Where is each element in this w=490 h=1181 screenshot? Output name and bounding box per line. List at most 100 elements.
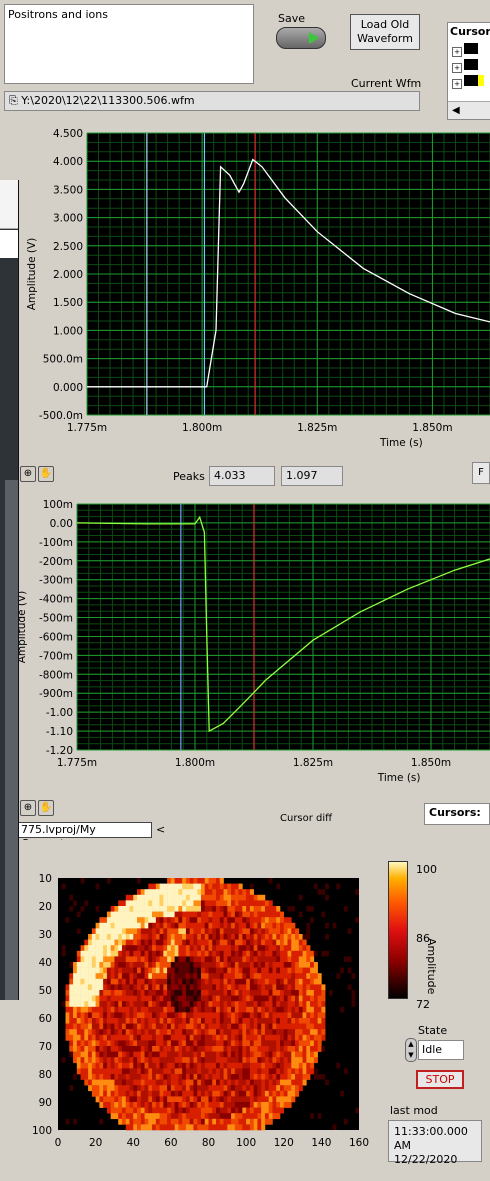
cursor-row-3[interactable]: +: [452, 75, 490, 89]
y-tick-label: -700m: [39, 650, 73, 662]
background-window-panel-top: [0, 180, 18, 229]
path-icon: ⎘: [9, 94, 22, 107]
peak-value-1: 4.033: [209, 466, 275, 486]
state-value: Idle: [418, 1040, 464, 1060]
y-tick-label: -400m: [39, 594, 73, 606]
cursor-diff-label: Cursor diff: [280, 813, 333, 824]
y-tick-label: 2.000: [53, 269, 83, 281]
current-wfm-label: Current Wfm: [351, 77, 422, 90]
cursors-scrollbar[interactable]: ◀: [448, 101, 490, 119]
project-path-tab[interactable]: 775.lvproj/My Computer: [18, 822, 152, 850]
heatmap-y-tick-label: 80: [39, 1069, 52, 1081]
heatmap-y-tick-label: 50: [39, 985, 52, 997]
y-tick-label: -800m: [39, 669, 73, 681]
save-toggle-button[interactable]: [276, 27, 326, 49]
last-mod-label: last mod: [390, 1104, 438, 1117]
pan-hand-icon-2[interactable]: ✋: [38, 800, 54, 816]
x-tick-label: 1.825m: [293, 757, 333, 769]
peak-value-2: 1.097: [281, 466, 343, 486]
y-tick-label: -500.0m: [39, 410, 83, 422]
heatmap-x-tick-label: 60: [164, 1137, 177, 1149]
y-tick-label: 2.500: [53, 241, 83, 253]
y-tick-label: -1.10: [46, 726, 73, 738]
heatmap-y-tick-label: 20: [39, 901, 52, 913]
y-tick-label: -200m: [39, 556, 73, 568]
y-tick-label: 4.500: [53, 128, 83, 140]
background-window-edge: [0, 180, 19, 1000]
heatmap-x-tick-label: 160: [349, 1137, 369, 1149]
y-tick-label: 0.000: [53, 382, 83, 394]
y-tick-label: 3.000: [53, 213, 83, 225]
x-tick-label: 1.825m: [297, 422, 337, 434]
path-field[interactable]: ⎘ Y:\2020\12\22\113300.506.wfm: [4, 91, 420, 111]
right-edge-button[interactable]: F: [472, 462, 490, 484]
y-tick-label: 1.500: [53, 297, 83, 309]
heatmap-x-tick-label: 100: [236, 1137, 256, 1149]
heatmap-y-tick-label: 30: [39, 929, 52, 941]
last-mod-date: 12/22/2020: [394, 1153, 458, 1166]
tab-scroll-left-icon[interactable]: <: [156, 823, 165, 836]
description-textbox[interactable]: Positrons and ions: [4, 4, 254, 84]
graph1-toolbar: ⊕ ✋ Peaks 4.033 1.097 F: [0, 460, 490, 490]
x-tick-label: 1.800m: [182, 422, 222, 434]
x-tick-label: 1.775m: [57, 757, 97, 769]
path-value: Y:\2020\12\22\113300.506.wfm: [21, 94, 195, 107]
cursor-row-1[interactable]: +: [452, 43, 490, 57]
colorbar-tick-bottom: 72: [416, 998, 430, 1011]
y-tick-label: 4.000: [53, 156, 83, 168]
y-tick-label: 100m: [43, 499, 73, 511]
heatmap-x-tick-label: 80: [202, 1137, 215, 1149]
heatmap-x-tick-label: 120: [274, 1137, 294, 1149]
y-axis-label: Amplitude (V): [26, 238, 38, 311]
graph1-panel: 4.500 4.000 3.500 3.000 2.500 2.000 1.500 1.000…: [0, 123, 490, 458]
intensity-image-plot[interactable]: 1020304050607080901000 20 40 60 80 100 120 140 1…: [18, 840, 388, 1181]
x-tick-label: 1.800m: [175, 757, 215, 769]
pan-hand-icon[interactable]: ✋: [38, 466, 54, 482]
stop-button[interactable]: STOP: [416, 1070, 464, 1089]
y-tick-label: -600m: [39, 631, 73, 643]
peaks-label: Peaks: [173, 470, 205, 483]
heatmap-x-tick-label: 140: [311, 1137, 331, 1149]
background-window-panel-field: [0, 230, 18, 258]
heatmap-x-tick-label: 40: [127, 1137, 140, 1149]
zoom-icon[interactable]: ⊕: [20, 466, 36, 482]
heatmap-x-tick-label: 0: [55, 1137, 62, 1149]
amplitude-graph-2[interactable]: 100m 0.00 -100m -200m -300m -400m -500m -600m -7…: [0, 492, 490, 797]
zoom-icon-2[interactable]: ⊕: [20, 800, 36, 816]
save-led-icon: [309, 32, 319, 44]
x-tick-label: 1.775m: [67, 422, 107, 434]
heatmap-y-tick-label: 40: [39, 957, 52, 969]
colorbar: [388, 861, 408, 999]
image-section: 10 20 30 40 50 60 70 80 90 100 0 20 40 60 80 100 120 140 1…: [18, 840, 490, 1181]
heatmap-y-tick-label: 70: [39, 1041, 52, 1053]
graph2-toolbar: ⊕ ✋ Cursor diff Cursors:: [0, 797, 490, 825]
background-window-scrollbar[interactable]: [5, 480, 18, 1000]
cursors-panel: Cursors + + + ◀: [447, 22, 490, 120]
colorbar-tick-top: 100: [416, 863, 437, 876]
colorbar-label: Amplitude: [425, 938, 438, 995]
y-tick-label: 1.000: [53, 325, 83, 337]
y-tick-label: -500m: [39, 613, 73, 625]
heatmap-y-tick-label: 90: [39, 1097, 52, 1109]
y-tick-label: -100m: [39, 537, 73, 549]
last-mod-time: 11:33:00.000 AM: [394, 1125, 468, 1152]
x-axis-label: Time (s): [379, 437, 423, 449]
plot-area: [77, 504, 490, 750]
cursors-box-2: Cursors:: [424, 803, 490, 825]
amplitude-graph-1[interactable]: 4.500 4.000 3.500 3.000 2.500 2.000 1.500 1.000…: [0, 123, 490, 458]
graph2-panel: 100m 0.00 -100m -200m -300m -400m -500m -600m -7…: [0, 492, 490, 797]
load-old-waveform-button[interactable]: Load Old Waveform: [350, 14, 420, 50]
y-tick-label: 500.0m: [43, 354, 83, 366]
state-label: State: [418, 1024, 448, 1037]
x-tick-label: 1.850m: [412, 422, 452, 434]
y-tick-label: -1.20: [46, 745, 73, 757]
cursor-row-2[interactable]: +: [452, 59, 490, 73]
cursors-box-2-label: Cursors:: [429, 806, 481, 819]
cursors-panel-title: Cursors: [450, 25, 490, 38]
state-ring-control[interactable]: ▲ ▼: [405, 1038, 417, 1062]
y-tick-label: -1.00: [46, 707, 73, 719]
x-axis-label: Time (s): [377, 772, 421, 784]
heatmap-y-tick-label: 100: [32, 1125, 52, 1137]
y-tick-label: 3.500: [53, 184, 83, 196]
stop-button-label: STOP: [425, 1073, 455, 1086]
